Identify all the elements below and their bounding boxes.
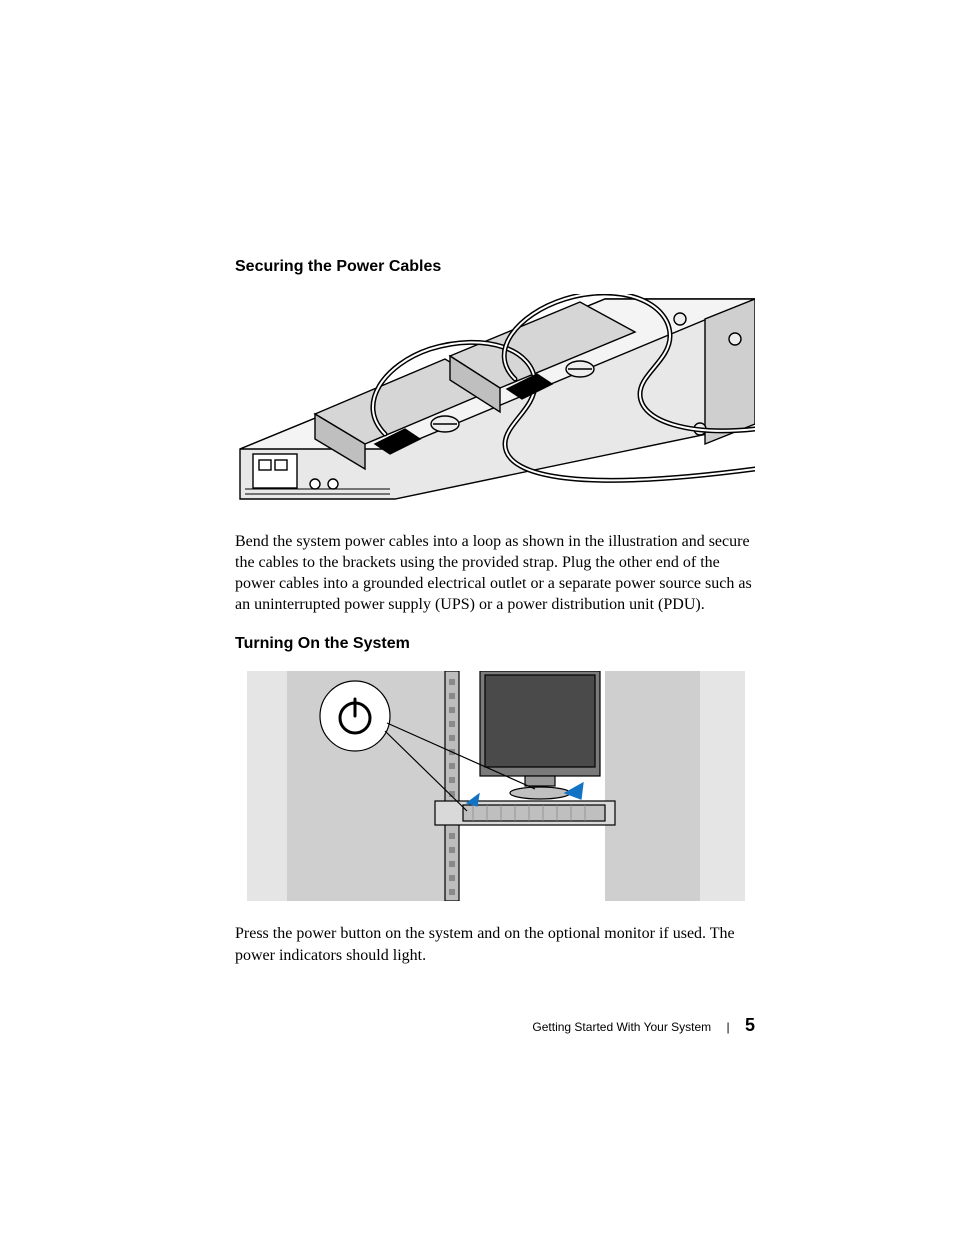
page-number: 5 bbox=[745, 1015, 755, 1035]
illustration-turning-on bbox=[235, 671, 755, 901]
section-heading-turning-on: Turning On the System bbox=[235, 635, 755, 653]
footer-separator: | bbox=[727, 1020, 730, 1034]
body-text-securing: Bend the system power cables into a loop… bbox=[235, 531, 755, 615]
page-footer: Getting Started With Your System | 5 bbox=[235, 1015, 755, 1036]
footer-section-title: Getting Started With Your System bbox=[532, 1020, 711, 1034]
illustration-power-cables bbox=[235, 294, 755, 509]
section-heading-securing: Securing the Power Cables bbox=[235, 258, 755, 276]
body-text-turning-on: Press the power button on the system and… bbox=[235, 923, 755, 965]
